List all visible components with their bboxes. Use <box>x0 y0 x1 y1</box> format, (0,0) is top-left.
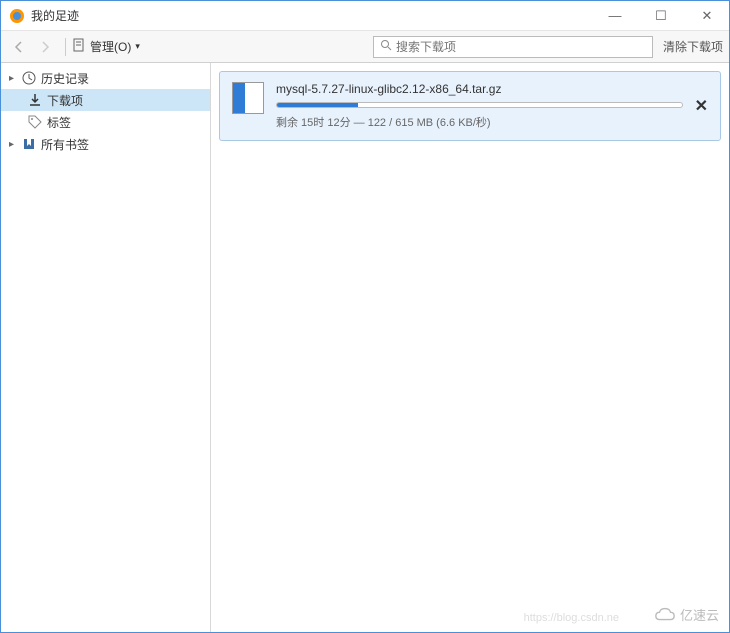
organize-menu[interactable]: 管理(O) ▾ <box>72 38 140 55</box>
sidebar-item-label: 标签 <box>47 114 71 131</box>
back-button[interactable] <box>7 35 31 59</box>
progress-bar-track <box>276 102 683 108</box>
watermark-text: 亿速云 <box>680 605 719 624</box>
window-controls: — ☐ ✕ <box>601 8 721 24</box>
window-title: 我的足迹 <box>31 7 601 24</box>
expand-icon[interactable]: ▸ <box>9 139 19 150</box>
sidebar-item-tags[interactable]: 标签 <box>1 111 210 133</box>
separator <box>65 38 66 56</box>
clear-downloads-button[interactable]: 清除下载项 <box>663 38 723 55</box>
sidebar-item-label: 下载项 <box>47 92 83 109</box>
titlebar: 我的足迹 — ☐ ✕ <box>1 1 729 31</box>
sidebar-item-label: 历史记录 <box>41 70 89 87</box>
download-item[interactable]: mysql-5.7.27-linux-glibc2.12-x86_64.tar.… <box>219 71 721 141</box>
watermark: 亿速云 <box>654 605 719 624</box>
close-button[interactable]: ✕ <box>693 8 721 24</box>
content-pane: mysql-5.7.27-linux-glibc2.12-x86_64.tar.… <box>211 63 729 632</box>
sidebar-item-history[interactable]: ▸ 历史记录 <box>1 67 210 89</box>
file-icon <box>232 82 264 114</box>
download-status: 剩余 15时 12分 — 122 / 615 MB (6.6 KB/秒) <box>276 114 683 130</box>
sidebar-item-label: 所有书签 <box>41 136 89 153</box>
cloud-icon <box>654 606 676 624</box>
sidebar-item-downloads[interactable]: 下载项 <box>1 89 210 111</box>
forward-button[interactable] <box>33 35 57 59</box>
cancel-download-button[interactable]: ✕ <box>695 96 708 116</box>
clock-icon <box>21 70 37 86</box>
search-icon <box>380 39 392 54</box>
download-icon <box>27 92 43 108</box>
search-input[interactable] <box>396 40 646 54</box>
sidebar-item-bookmarks[interactable]: ▸ 所有书签 <box>1 133 210 155</box>
progress-bar-fill <box>277 103 358 107</box>
tag-icon <box>27 114 43 130</box>
download-filename: mysql-5.7.27-linux-glibc2.12-x86_64.tar.… <box>276 82 683 96</box>
organize-label: 管理(O) <box>90 38 131 55</box>
minimize-button[interactable]: — <box>601 8 629 24</box>
expand-icon[interactable]: ▸ <box>9 73 19 84</box>
toolbar: 管理(O) ▾ 清除下载项 <box>1 31 729 63</box>
search-input-container[interactable] <box>373 36 653 58</box>
sidebar: ▸ 历史记录 下载项 标签 ▸ 所有书签 <box>1 63 211 632</box>
download-body: mysql-5.7.27-linux-glibc2.12-x86_64.tar.… <box>276 82 683 130</box>
bookmark-icon <box>21 136 37 152</box>
main-area: ▸ 历史记录 下载项 标签 ▸ 所有书签 mysql-5.7.27-linux-… <box>1 63 729 632</box>
maximize-button[interactable]: ☐ <box>647 8 675 24</box>
chevron-down-icon: ▾ <box>135 41 140 52</box>
document-icon <box>72 38 86 55</box>
watermark-faint: https://blog.csdn.ne <box>524 612 619 624</box>
firefox-logo-icon <box>9 8 25 24</box>
